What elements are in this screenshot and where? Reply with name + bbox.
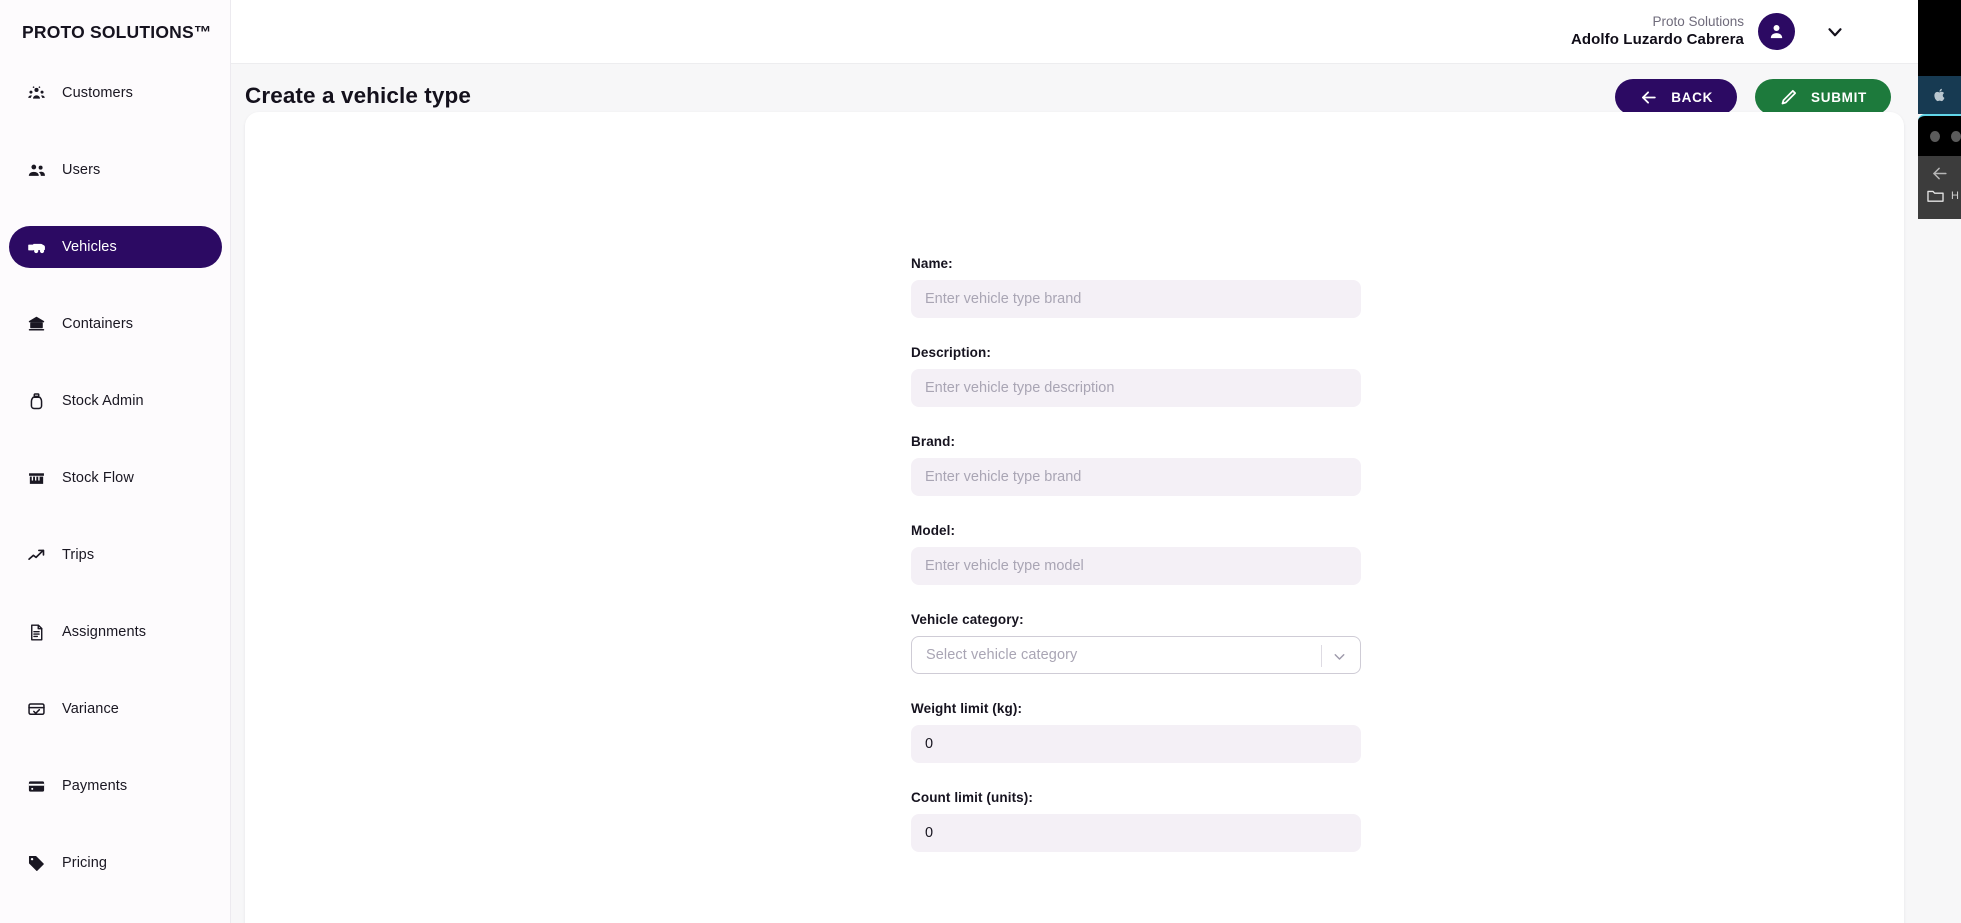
page-title: Create a vehicle type: [245, 83, 471, 108]
sidebar-item-label: Stock Admin: [62, 393, 144, 409]
select-separator: [1321, 645, 1322, 667]
container-box-icon: [27, 315, 46, 334]
sidebar-item-customers[interactable]: Customers: [9, 72, 222, 114]
os-folder-label: H: [1951, 190, 1959, 202]
form-card: Name: Description: Brand: Model: Vehicle cat…: [245, 112, 1904, 923]
apple-logo-icon: [1933, 88, 1944, 102]
clipboard-document-icon: [27, 623, 46, 642]
chevron-down-icon: [1828, 27, 1842, 36]
page-content: Create a vehicle type BACK SUBMIT Name: …: [231, 63, 1918, 923]
sidebar-item-label: Trips: [62, 547, 95, 563]
field-description: Description:: [911, 345, 1361, 407]
sidebar-item-stock-flow[interactable]: Stock Flow: [9, 457, 222, 499]
customers-group-icon: [27, 84, 46, 103]
field-weight-limit: Weight limit (kg):: [911, 701, 1361, 763]
brand-label: Brand:: [911, 434, 956, 449]
brand-input[interactable]: [911, 458, 1361, 496]
org-name: Proto Solutions: [1652, 13, 1744, 29]
sidebar-item-payments[interactable]: Payments: [9, 765, 222, 807]
top-header: Proto Solutions Adolfo Luzardo Cabrera: [231, 0, 1918, 63]
os-black-area: [1918, 0, 1961, 76]
sidebar-item-vehicles[interactable]: Vehicles: [9, 226, 222, 268]
submit-button-label: SUBMIT: [1811, 89, 1867, 105]
sidebar-item-label: Pricing: [62, 855, 108, 871]
arrow-left-icon: [1932, 167, 1947, 179]
storefront-icon: [27, 469, 46, 488]
name-input[interactable]: [911, 280, 1361, 318]
weight-limit-label: Weight limit (kg):: [911, 701, 1023, 716]
model-label: Model:: [911, 523, 956, 538]
chevron-down-icon[interactable]: [1328, 637, 1350, 675]
user-avatar-icon: [1770, 25, 1783, 39]
sidebar-item-label: Assignments: [62, 624, 147, 640]
name-label: Name:: [911, 256, 953, 271]
sidebar: PROTO SOLUTIONS™ Customers Users Vehicles C…: [0, 0, 231, 923]
model-input[interactable]: [911, 547, 1361, 585]
user-menu[interactable]: Proto Solutions Adolfo Luzardo Cabrera: [1571, 0, 1795, 63]
description-label: Description:: [911, 345, 991, 360]
os-window-controls[interactable]: [1918, 114, 1961, 156]
field-vehicle-category: Vehicle category: Select vehicle category: [911, 612, 1361, 674]
sidebar-item-stock-admin[interactable]: Stock Admin: [9, 380, 222, 422]
vehicle-truck-icon: [27, 238, 46, 257]
sidebar-item-variance[interactable]: Variance: [9, 688, 222, 730]
field-brand: Brand:: [911, 434, 1361, 496]
user-text: Proto Solutions Adolfo Luzardo Cabrera: [1571, 14, 1744, 50]
brand-logo: PROTO SOLUTIONS™: [22, 22, 212, 42]
window-dot[interactable]: [1930, 130, 1940, 142]
credit-card-icon: [27, 777, 46, 796]
weight-limit-input[interactable]: [911, 725, 1361, 763]
trending-up-arrow-icon: [27, 546, 46, 565]
app-root: PROTO SOLUTIONS™ Customers Users Vehicles C…: [0, 0, 1961, 923]
sidebar-item-label: Stock Flow: [62, 470, 134, 486]
sidebar-item-label: Variance: [62, 701, 119, 717]
page-actions: BACK SUBMIT: [1615, 79, 1891, 115]
back-button[interactable]: BACK: [1615, 79, 1738, 115]
users-icon: [27, 161, 46, 180]
vehicle-category-label: Vehicle category:: [911, 612, 1024, 627]
user-name: Adolfo Luzardo Cabrera: [1570, 30, 1744, 48]
folder-icon: [1927, 190, 1944, 202]
os-folder-item[interactable]: H: [1926, 188, 1959, 204]
count-limit-input[interactable]: [911, 814, 1361, 852]
sidebar-item-containers[interactable]: Containers: [9, 303, 222, 345]
arrow-left-icon: [1642, 90, 1656, 104]
card-check-icon: [27, 700, 46, 719]
sidebar-item-label: Vehicles: [62, 239, 117, 255]
vehicle-category-selected-value: Select vehicle category: [926, 647, 1078, 663]
back-button-label: BACK: [1671, 89, 1714, 105]
sidebar-nav: Customers Users Vehicles Containers Stock Ad…: [0, 72, 231, 884]
sidebar-item-label: Customers: [62, 85, 133, 101]
vehicle-type-form: Name: Description: Brand: Model: Vehicle cat…: [911, 256, 1361, 852]
vehicle-category-select[interactable]: Select vehicle category: [911, 636, 1361, 674]
sidebar-item-label: Payments: [62, 778, 128, 794]
os-back-button[interactable]: [1926, 160, 1952, 186]
price-tag-icon: [27, 854, 46, 873]
description-input[interactable]: [911, 369, 1361, 407]
count-limit-label: Count limit (units):: [911, 790, 1033, 805]
sidebar-item-label: Containers: [62, 316, 134, 332]
avatar[interactable]: [1758, 13, 1795, 50]
field-name: Name:: [911, 256, 1361, 318]
sidebar-item-assignments[interactable]: Assignments: [9, 611, 222, 653]
os-file-toolbar: H: [1918, 156, 1961, 219]
sidebar-item-pricing[interactable]: Pricing: [9, 842, 222, 884]
submit-button[interactable]: SUBMIT: [1755, 79, 1891, 115]
sidebar-item-label: Users: [62, 162, 101, 178]
os-strip: H: [1918, 0, 1961, 923]
header-dropdown-toggle[interactable]: [1824, 0, 1846, 63]
sidebar-item-users[interactable]: Users: [9, 149, 222, 191]
stock-jar-icon: [27, 392, 46, 411]
pencil-icon: [1781, 89, 1797, 104]
field-count-limit: Count limit (units):: [911, 790, 1361, 852]
sidebar-item-trips[interactable]: Trips: [9, 534, 222, 576]
window-dot[interactable]: [1951, 130, 1961, 142]
os-menubar[interactable]: [1918, 76, 1961, 114]
field-model: Model:: [911, 523, 1361, 585]
